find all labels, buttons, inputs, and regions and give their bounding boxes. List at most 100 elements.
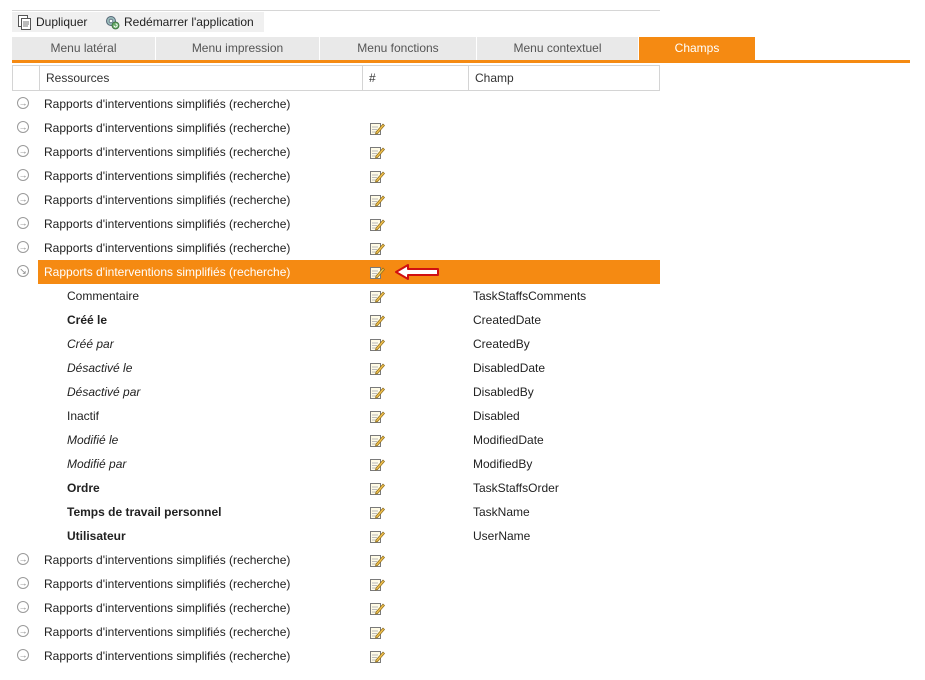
tab-underline xyxy=(12,60,910,63)
field-label: Temps de travail personnel xyxy=(67,505,222,519)
field-row[interactable]: Temps de travail personnel TaskName xyxy=(12,500,660,524)
circle-arrow-icon[interactable]: → xyxy=(17,217,29,229)
resource-row[interactable]: → Rapports d'interventions simplifiés (re… xyxy=(12,140,660,164)
resource-label: Rapports d'interventions simplifiés (rec… xyxy=(44,169,291,183)
field-row[interactable]: Utilisateur UserName xyxy=(12,524,660,548)
tab-champs[interactable]: Champs xyxy=(639,37,756,60)
circle-arrow-icon[interactable]: → xyxy=(17,577,29,589)
pencil-note-icon[interactable] xyxy=(369,192,385,208)
pencil-note-icon[interactable] xyxy=(369,168,385,184)
pencil-note-icon[interactable] xyxy=(369,288,385,304)
field-label: Désactivé par xyxy=(67,385,141,399)
field-row[interactable]: Créé par CreatedBy xyxy=(12,332,660,356)
pencil-note-icon[interactable] xyxy=(369,360,385,376)
field-name: CreatedDate xyxy=(473,313,542,327)
pencil-note-icon[interactable] xyxy=(369,600,385,616)
circle-arrow-icon[interactable]: → xyxy=(17,169,29,181)
circle-arrow-icon[interactable]: → xyxy=(17,121,29,133)
restart-app-button[interactable]: Redémarrer l'application xyxy=(100,12,264,32)
resource-row[interactable]: → Rapports d'interventions simplifiés (re… xyxy=(12,572,660,596)
circle-arrow-icon[interactable]: → xyxy=(17,97,29,109)
resource-label: Rapports d'interventions simplifiés (rec… xyxy=(44,601,291,615)
column-header-champ[interactable]: Champ xyxy=(468,66,659,90)
duplicate-button-label: Dupliquer xyxy=(36,15,88,29)
resource-row[interactable]: → Rapports d'interventions simplifiés (re… xyxy=(12,188,660,212)
pencil-note-icon[interactable] xyxy=(369,312,385,328)
pencil-note-icon[interactable] xyxy=(369,432,385,448)
resource-row[interactable]: → Rapports d'interventions simplifiés (re… xyxy=(12,596,660,620)
field-row[interactable]: Ordre TaskStaffsOrder xyxy=(12,476,660,500)
pencil-note-icon[interactable] xyxy=(369,576,385,592)
pencil-note-icon[interactable] xyxy=(369,264,385,280)
resource-row[interactable]: → Rapports d'interventions simplifiés (re… xyxy=(12,548,660,572)
pencil-note-icon[interactable] xyxy=(369,120,385,136)
pencil-note-icon[interactable] xyxy=(369,480,385,496)
pencil-note-icon[interactable] xyxy=(369,648,385,664)
field-name: DisabledDate xyxy=(473,361,546,375)
field-row[interactable]: Inactif Disabled xyxy=(12,404,660,428)
pencil-note-icon[interactable] xyxy=(369,504,385,520)
column-header-number[interactable]: # xyxy=(362,66,468,90)
pencil-note-icon[interactable] xyxy=(369,456,385,472)
field-label: Désactivé le xyxy=(67,361,133,375)
resource-row[interactable]: → Rapports d'interventions simplifiés (re… xyxy=(12,620,660,644)
resource-row[interactable]: → Rapports d'interventions simplifiés (re… xyxy=(12,212,660,236)
pencil-note-icon[interactable] xyxy=(369,216,385,232)
tab-menu-lateral[interactable]: Menu latéral xyxy=(12,37,156,60)
tab-menu-fonctions[interactable]: Menu fonctions xyxy=(320,37,477,60)
field-row[interactable]: Désactivé le DisabledDate xyxy=(12,356,660,380)
duplicate-button[interactable]: Dupliquer xyxy=(12,12,102,32)
field-label: Commentaire xyxy=(67,289,140,303)
tab-menu-impression[interactable]: Menu impression xyxy=(156,37,320,60)
pencil-note-icon[interactable] xyxy=(369,552,385,568)
resource-row[interactable]: → Rapports d'interventions simplifiés (re… xyxy=(12,236,660,260)
circle-arrow-icon[interactable]: → xyxy=(17,553,29,565)
field-row[interactable]: Commentaire TaskStaffsComments xyxy=(12,284,660,308)
circle-arrow-icon[interactable]: → xyxy=(17,193,29,205)
resource-row-selected[interactable]: ↘ Rapports d'interventions simplifiés (re… xyxy=(12,260,660,284)
resource-label: Rapports d'interventions simplifiés (rec… xyxy=(44,265,291,279)
resource-label: Rapports d'interventions simplifiés (rec… xyxy=(44,193,291,207)
pencil-note-icon[interactable] xyxy=(369,240,385,256)
resource-label: Rapports d'interventions simplifiés (rec… xyxy=(44,577,291,591)
pencil-note-icon[interactable] xyxy=(369,408,385,424)
field-row[interactable]: Modifié le ModifiedDate xyxy=(12,428,660,452)
field-label: Créé par xyxy=(67,337,114,351)
field-name: CreatedBy xyxy=(473,337,530,351)
circle-arrow-icon[interactable]: → xyxy=(17,601,29,613)
pencil-note-icon[interactable] xyxy=(369,336,385,352)
pencil-note-icon[interactable] xyxy=(369,624,385,640)
resource-row[interactable]: → Rapports d'interventions simplifiés (re… xyxy=(12,116,660,140)
field-row[interactable]: Désactivé par DisabledBy xyxy=(12,380,660,404)
field-label: Modifié par xyxy=(67,457,127,471)
tab-menu-contextuel[interactable]: Menu contextuel xyxy=(477,37,639,60)
circle-arrow-icon[interactable]: → xyxy=(17,649,29,661)
field-label: Modifié le xyxy=(67,433,119,447)
field-row[interactable]: Créé le CreatedDate xyxy=(12,308,660,332)
resource-label: Rapports d'interventions simplifiés (rec… xyxy=(44,553,291,567)
column-header-ressources[interactable]: Ressources xyxy=(39,66,362,90)
resource-label: Rapports d'interventions simplifiés (rec… xyxy=(44,145,291,159)
field-label: Inactif xyxy=(67,409,100,423)
resource-row[interactable]: → Rapports d'interventions simplifiés (re… xyxy=(12,644,660,668)
field-label: Utilisateur xyxy=(67,529,126,543)
field-label: Créé le xyxy=(67,313,108,327)
circle-arrow-icon[interactable]: → xyxy=(17,625,29,637)
field-row[interactable]: Modifié par ModifiedBy xyxy=(12,452,660,476)
resource-label: Rapports d'interventions simplifiés (rec… xyxy=(44,649,291,663)
resource-row[interactable]: → Rapports d'interventions simplifiés (re… xyxy=(12,164,660,188)
circle-arrow-icon[interactable]: → xyxy=(17,145,29,157)
gear-refresh-icon xyxy=(104,14,120,30)
red-arrow-icon xyxy=(394,263,442,281)
pencil-note-icon[interactable] xyxy=(369,144,385,160)
resource-label: Rapports d'interventions simplifiés (rec… xyxy=(44,625,291,639)
resource-label: Rapports d'interventions simplifiés (rec… xyxy=(44,241,291,255)
pencil-note-icon[interactable] xyxy=(369,528,385,544)
pencil-note-icon[interactable] xyxy=(369,384,385,400)
field-name: ModifiedDate xyxy=(473,433,544,447)
resource-row[interactable]: → Rapports d'interventions simplifiés (re… xyxy=(12,92,660,116)
field-label: Ordre xyxy=(67,481,100,495)
circle-arrow-icon[interactable]: → xyxy=(17,241,29,253)
circle-arrow-icon[interactable]: ↘ xyxy=(17,265,29,277)
restart-app-button-label: Redémarrer l'application xyxy=(124,15,254,29)
